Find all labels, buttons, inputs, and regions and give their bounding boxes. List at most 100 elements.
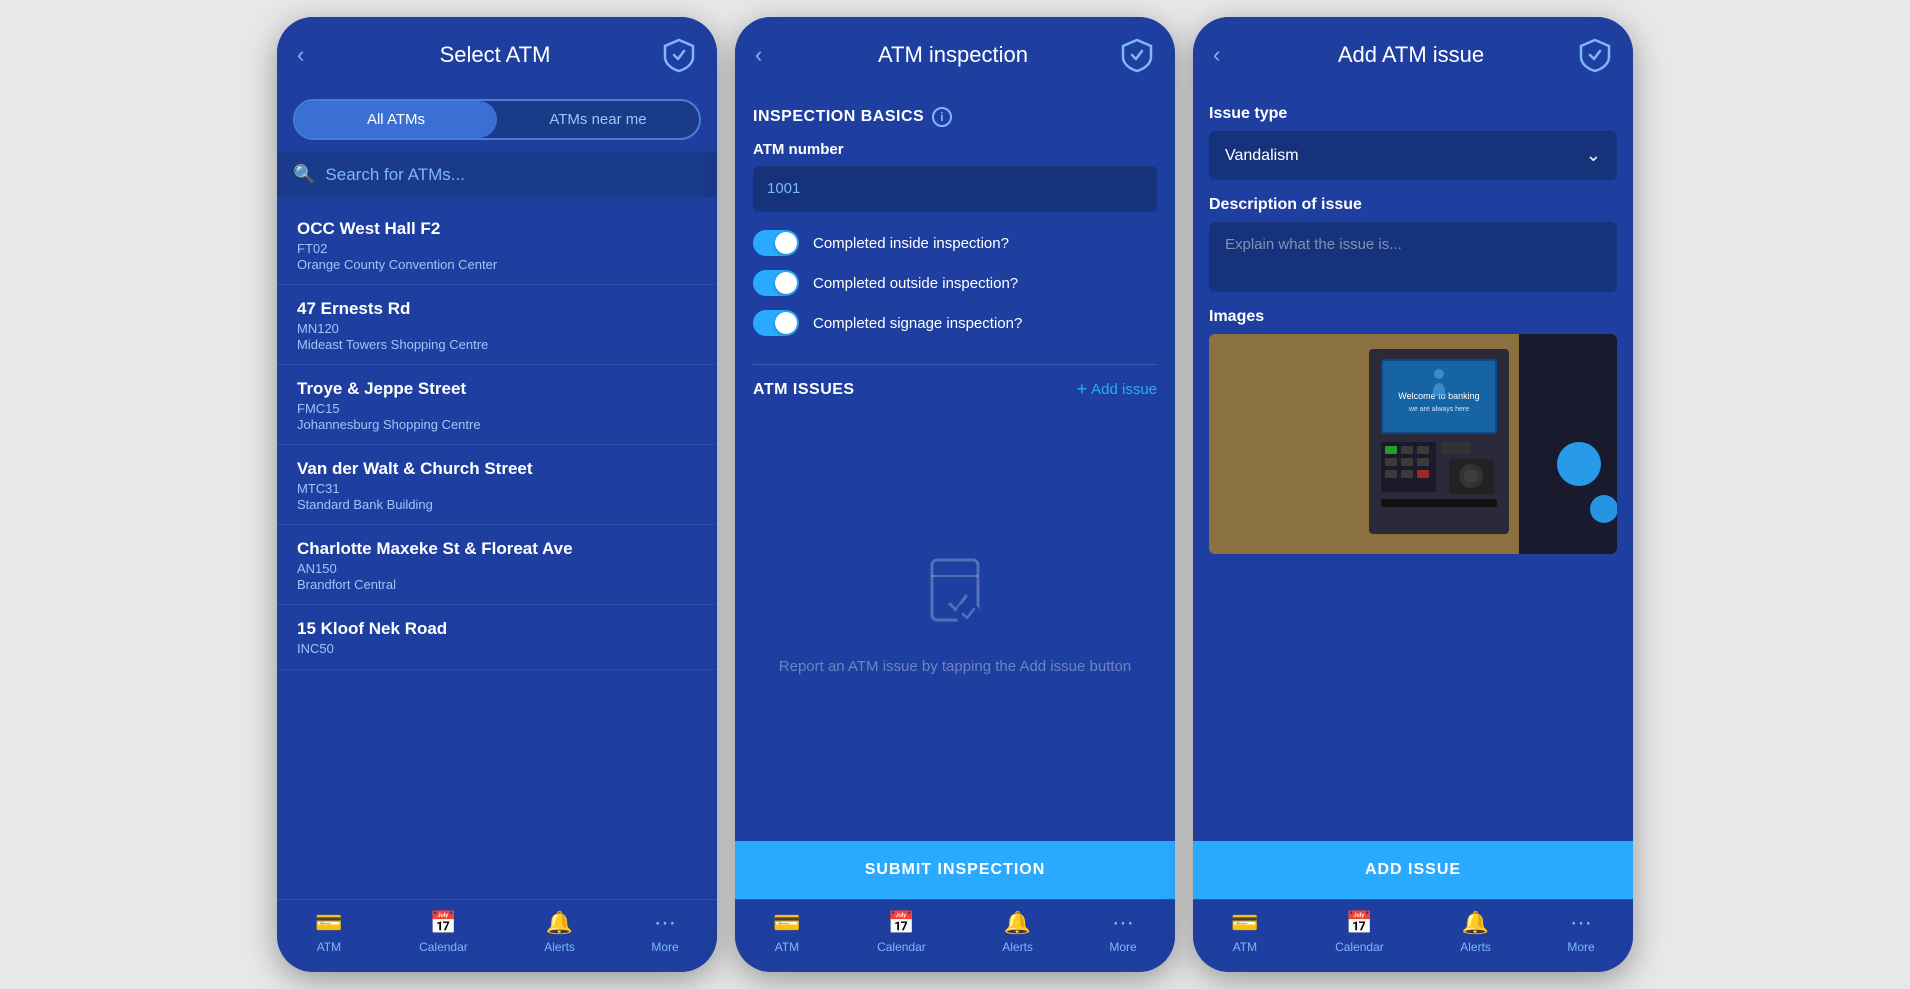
atm-code: FMC15 — [297, 401, 697, 416]
empty-state-icon — [920, 552, 990, 642]
nav-label-alerts: Alerts — [1460, 940, 1491, 954]
toggle-signage-label: Completed signage inspection? — [813, 315, 1022, 332]
atm-code: FT02 — [297, 241, 697, 256]
empty-state: Report an ATM issue by tapping the Add i… — [753, 410, 1157, 841]
list-item[interactable]: 47 Ernests Rd MN120 Mideast Towers Shopp… — [277, 285, 717, 365]
back-button[interactable]: ‹ — [1213, 42, 1245, 68]
toggle-outside-switch[interactable] — [753, 270, 799, 296]
submit-inspection-button[interactable]: SUBMIT INSPECTION — [735, 841, 1175, 899]
images-label: Images — [1209, 308, 1617, 326]
nav-label-more: More — [1567, 940, 1594, 954]
nav-label-calendar: Calendar — [1335, 940, 1384, 954]
section-inspection-basics: INSPECTION BASICS i — [753, 107, 1157, 127]
atm-nav-icon: 💳 — [773, 910, 800, 936]
atm-code: MN120 — [297, 321, 697, 336]
back-button[interactable]: ‹ — [297, 42, 329, 68]
atm-name: Charlotte Maxeke St & Floreat Ave — [297, 539, 697, 559]
nav-label-more: More — [1109, 940, 1136, 954]
screen3-body: Issue type Vandalism ⌄ Description of is… — [1193, 89, 1633, 899]
screen-title: ATM inspection — [787, 42, 1119, 68]
atm-nav-icon: 💳 — [315, 910, 342, 936]
toggle-signage: Completed signage inspection? — [753, 310, 1157, 336]
nav-item-calendar[interactable]: 📅 Calendar — [1335, 910, 1384, 954]
issues-header: ATM ISSUES + Add issue — [753, 379, 1157, 400]
list-item[interactable]: Van der Walt & Church Street MTC31 Stand… — [277, 445, 717, 525]
screen-add-issue: ‹ Add ATM issue Issue type Vandalism ⌄ D… — [1193, 17, 1633, 972]
shield-icon — [1577, 37, 1613, 73]
atm-number-label: ATM number — [753, 141, 1157, 158]
nav-label-atm: ATM — [1233, 940, 1257, 954]
header-select-atm: ‹ Select ATM — [277, 17, 717, 89]
toggle-inside-switch[interactable] — [753, 230, 799, 256]
nav-item-alerts[interactable]: 🔔 Alerts — [544, 910, 575, 954]
nav-item-calendar[interactable]: 📅 Calendar — [419, 910, 468, 954]
bottom-nav: 💳 ATM 📅 Calendar 🔔 Alerts ⋯ More — [277, 899, 717, 972]
list-item[interactable]: Troye & Jeppe Street FMC15 Johannesburg … — [277, 365, 717, 445]
screen-atm-inspection: ‹ ATM inspection INSPECTION BASICS i ATM… — [735, 17, 1175, 972]
atm-name: Troye & Jeppe Street — [297, 379, 697, 399]
shield-icon — [1119, 37, 1155, 73]
list-item[interactable]: Charlotte Maxeke St & Floreat Ave AN150 … — [277, 525, 717, 605]
atm-name: OCC West Hall F2 — [297, 219, 697, 239]
nav-item-alerts[interactable]: 🔔 Alerts — [1002, 910, 1033, 954]
atm-code: MTC31 — [297, 481, 697, 496]
nav-item-atm[interactable]: 💳 ATM — [315, 910, 342, 954]
screen-select-atm: ‹ Select ATM All ATMs ATMs near me 🔍 Sea… — [277, 17, 717, 972]
list-item[interactable]: 15 Kloof Nek Road INC50 — [277, 605, 717, 670]
chevron-down-icon: ⌄ — [1586, 145, 1601, 166]
toggle-outside: Completed outside inspection? — [753, 270, 1157, 296]
more-nav-icon: ⋯ — [1112, 910, 1134, 936]
atm-name: Van der Walt & Church Street — [297, 459, 697, 479]
back-button[interactable]: ‹ — [755, 42, 787, 68]
atm-number-input[interactable]: 1001 — [753, 166, 1157, 212]
header-inspection: ‹ ATM inspection — [735, 17, 1175, 89]
tab-atms-near-me[interactable]: ATMs near me — [497, 101, 699, 138]
info-icon[interactable]: i — [932, 107, 952, 127]
atm-location: Standard Bank Building — [297, 497, 697, 512]
svg-text:we are always here: we are always here — [1408, 406, 1469, 413]
atm-location: Johannesburg Shopping Centre — [297, 417, 697, 432]
add-issue-button[interactable]: + Add issue — [1077, 379, 1157, 400]
nav-label-calendar: Calendar — [877, 940, 926, 954]
divider — [753, 364, 1157, 365]
nav-label-alerts: Alerts — [544, 940, 575, 954]
nav-item-more[interactable]: ⋯ More — [1109, 910, 1136, 954]
list-item[interactable]: OCC West Hall F2 FT02 Orange County Conv… — [277, 205, 717, 285]
atm-location: Orange County Convention Center — [297, 257, 697, 272]
nav-item-more[interactable]: ⋯ More — [651, 910, 678, 954]
issue-type-label: Issue type — [1209, 105, 1617, 123]
atm-list: OCC West Hall F2 FT02 Orange County Conv… — [277, 199, 717, 899]
nav-label-more: More — [651, 940, 678, 954]
toggle-signage-switch[interactable] — [753, 310, 799, 336]
atm-image: Welcome to banking we are always here — [1209, 334, 1617, 554]
bell-nav-icon: 🔔 — [546, 910, 573, 936]
search-placeholder: Search for ATMs... — [325, 165, 465, 185]
empty-state-text: Report an ATM issue by tapping the Add i… — [779, 656, 1131, 679]
atm-nav-icon: 💳 — [1231, 910, 1258, 936]
nav-item-more[interactable]: ⋯ More — [1567, 910, 1594, 954]
atm-name: 15 Kloof Nek Road — [297, 619, 697, 639]
nav-item-calendar[interactable]: 📅 Calendar — [877, 910, 926, 954]
nav-label-atm: ATM — [317, 940, 341, 954]
issue-type-dropdown[interactable]: Vandalism ⌄ — [1209, 131, 1617, 180]
atm-location: Brandfort Central — [297, 577, 697, 592]
atm-code: INC50 — [297, 641, 697, 656]
description-input[interactable]: Explain what the issue is... — [1209, 222, 1617, 292]
nav-item-atm[interactable]: 💳 ATM — [773, 910, 800, 954]
screen-title: Select ATM — [329, 42, 661, 68]
calendar-nav-icon: 📅 — [1346, 910, 1373, 936]
screen2-body: INSPECTION BASICS i ATM number 1001 Comp… — [735, 89, 1175, 899]
description-label: Description of issue — [1209, 196, 1617, 214]
nav-item-atm[interactable]: 💳 ATM — [1231, 910, 1258, 954]
nav-item-alerts[interactable]: 🔔 Alerts — [1460, 910, 1491, 954]
issue-type-value: Vandalism — [1225, 147, 1299, 165]
more-nav-icon: ⋯ — [1570, 910, 1592, 936]
add-issue-button[interactable]: ADD ISSUE — [1193, 841, 1633, 899]
toggle-outside-label: Completed outside inspection? — [813, 275, 1018, 292]
toggle-inside: Completed inside inspection? — [753, 230, 1157, 256]
tab-all-atms[interactable]: All ATMs — [295, 101, 497, 138]
search-icon: 🔍 — [293, 164, 315, 185]
screen-title: Add ATM issue — [1245, 42, 1577, 68]
search-row[interactable]: 🔍 Search for ATMs... — [277, 152, 717, 197]
calendar-nav-icon: 📅 — [888, 910, 915, 936]
